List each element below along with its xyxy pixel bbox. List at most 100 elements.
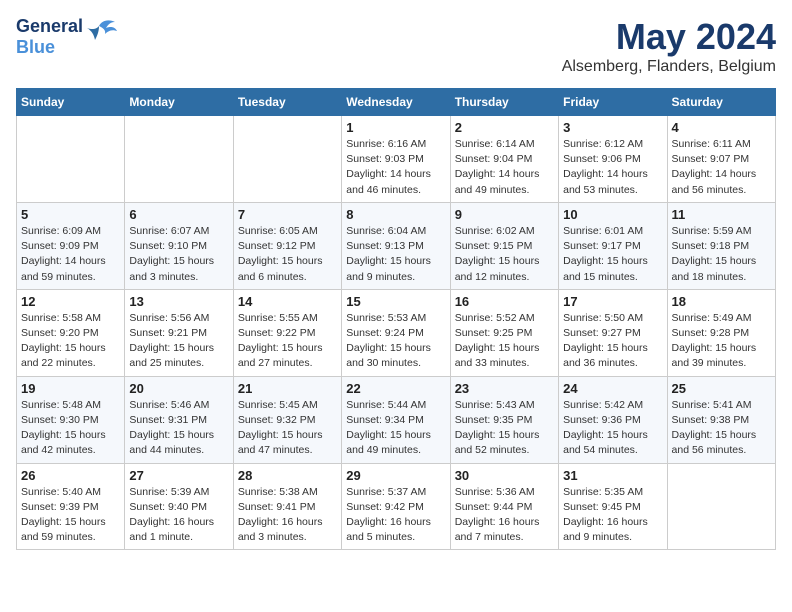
calendar-cell: 28 Sunrise: 5:38 AMSunset: 9:41 PMDayligh… — [233, 463, 341, 550]
day-number: 26 — [21, 468, 120, 483]
day-number: 17 — [563, 294, 662, 309]
logo-bird-icon — [87, 18, 117, 46]
day-info: Sunrise: 5:52 AMSunset: 9:25 PMDaylight:… — [455, 311, 554, 372]
day-info: Sunrise: 6:02 AMSunset: 9:15 PMDaylight:… — [455, 224, 554, 285]
day-info: Sunrise: 5:48 AMSunset: 9:30 PMDaylight:… — [21, 398, 120, 459]
calendar-cell: 12Sunrise: 5:58 AMSunset: 9:20 PMDayligh… — [17, 289, 125, 376]
weekday-header-saturday: Saturday — [667, 89, 775, 116]
day-info: Sunrise: 6:16 AMSunset: 9:03 PMDaylight:… — [346, 137, 445, 198]
weekday-header-row: SundayMondayTuesdayWednesdayThursdayFrid… — [17, 89, 776, 116]
day-info: Sunrise: 6:05 AMSunset: 9:12 PMDaylight:… — [238, 224, 337, 285]
calendar-cell: 22 Sunrise: 5:44 AMSunset: 9:34 PMDayligh… — [342, 376, 450, 463]
calendar-week-row: 1 Sunrise: 6:16 AMSunset: 9:03 PMDaylight… — [17, 116, 776, 203]
calendar-cell: 27 Sunrise: 5:39 AMSunset: 9:40 PMDayligh… — [125, 463, 233, 550]
day-number: 27 — [129, 468, 228, 483]
day-number: 28 — [238, 468, 337, 483]
calendar-cell: 2Sunrise: 6:14 AMSunset: 9:04 PMDaylight… — [450, 116, 558, 203]
day-number: 22 — [346, 381, 445, 396]
day-number: 16 — [455, 294, 554, 309]
day-number: 8 — [346, 207, 445, 222]
calendar-cell: 25Sunrise: 5:41 AMSunset: 9:38 PMDayligh… — [667, 376, 775, 463]
day-number: 30 — [455, 468, 554, 483]
calendar-cell: 18 Sunrise: 5:49 AMSunset: 9:28 PMDayligh… — [667, 289, 775, 376]
calendar-cell: 15 Sunrise: 5:53 AMSunset: 9:24 PMDayligh… — [342, 289, 450, 376]
day-number: 7 — [238, 207, 337, 222]
day-info: Sunrise: 5:56 AMSunset: 9:21 PMDaylight:… — [129, 311, 228, 372]
day-info: Sunrise: 5:39 AMSunset: 9:40 PMDaylight:… — [129, 485, 228, 546]
calendar-week-row: 19 Sunrise: 5:48 AMSunset: 9:30 PMDayligh… — [17, 376, 776, 463]
day-number: 25 — [672, 381, 771, 396]
day-info: Sunrise: 6:04 AMSunset: 9:13 PMDaylight:… — [346, 224, 445, 285]
day-number: 18 — [672, 294, 771, 309]
calendar-cell: 16 Sunrise: 5:52 AMSunset: 9:25 PMDayligh… — [450, 289, 558, 376]
logo-blue: Blue — [16, 37, 83, 58]
calendar-week-row: 26 Sunrise: 5:40 AMSunset: 9:39 PMDayligh… — [17, 463, 776, 550]
day-number: 29 — [346, 468, 445, 483]
calendar-week-row: 12Sunrise: 5:58 AMSunset: 9:20 PMDayligh… — [17, 289, 776, 376]
calendar-cell: 9Sunrise: 6:02 AMSunset: 9:15 PMDaylight… — [450, 202, 558, 289]
day-info: Sunrise: 5:44 AMSunset: 9:34 PMDaylight:… — [346, 398, 445, 459]
calendar-cell: 13 Sunrise: 5:56 AMSunset: 9:21 PMDayligh… — [125, 289, 233, 376]
day-info: Sunrise: 5:37 AMSunset: 9:42 PMDaylight:… — [346, 485, 445, 546]
day-info: Sunrise: 5:55 AMSunset: 9:22 PMDaylight:… — [238, 311, 337, 372]
day-number: 19 — [21, 381, 120, 396]
day-info: Sunrise: 6:01 AMSunset: 9:17 PMDaylight:… — [563, 224, 662, 285]
calendar-cell: 20 Sunrise: 5:46 AMSunset: 9:31 PMDayligh… — [125, 376, 233, 463]
calendar-week-row: 5Sunrise: 6:09 AMSunset: 9:09 PMDaylight… — [17, 202, 776, 289]
title-area: May 2024 Alsemberg, Flanders, Belgium — [562, 16, 776, 76]
day-number: 23 — [455, 381, 554, 396]
calendar-cell: 30 Sunrise: 5:36 AMSunset: 9:44 PMDayligh… — [450, 463, 558, 550]
day-number: 15 — [346, 294, 445, 309]
calendar-cell: 3Sunrise: 6:12 AMSunset: 9:06 PMDaylight… — [559, 116, 667, 203]
calendar-cell: 10 Sunrise: 6:01 AMSunset: 9:17 PMDayligh… — [559, 202, 667, 289]
day-number: 21 — [238, 381, 337, 396]
month-title: May 2024 — [562, 16, 776, 58]
day-info: Sunrise: 5:43 AMSunset: 9:35 PMDaylight:… — [455, 398, 554, 459]
page-header: General Blue May 2024 Alsemberg, Flander… — [16, 16, 776, 76]
calendar-cell — [667, 463, 775, 550]
day-number: 4 — [672, 120, 771, 135]
weekday-header-sunday: Sunday — [17, 89, 125, 116]
day-info: Sunrise: 5:49 AMSunset: 9:28 PMDaylight:… — [672, 311, 771, 372]
calendar-cell: 31 Sunrise: 5:35 AMSunset: 9:45 PMDayligh… — [559, 463, 667, 550]
weekday-header-friday: Friday — [559, 89, 667, 116]
weekday-header-monday: Monday — [125, 89, 233, 116]
day-info: Sunrise: 5:53 AMSunset: 9:24 PMDaylight:… — [346, 311, 445, 372]
logo: General Blue — [16, 16, 117, 57]
calendar-cell: 17Sunrise: 5:50 AMSunset: 9:27 PMDayligh… — [559, 289, 667, 376]
calendar-cell — [233, 116, 341, 203]
weekday-header-wednesday: Wednesday — [342, 89, 450, 116]
day-info: Sunrise: 5:38 AMSunset: 9:41 PMDaylight:… — [238, 485, 337, 546]
day-info: Sunrise: 5:42 AMSunset: 9:36 PMDaylight:… — [563, 398, 662, 459]
day-number: 13 — [129, 294, 228, 309]
day-info: Sunrise: 5:45 AMSunset: 9:32 PMDaylight:… — [238, 398, 337, 459]
day-info: Sunrise: 6:07 AMSunset: 9:10 PMDaylight:… — [129, 224, 228, 285]
calendar-cell: 11Sunrise: 5:59 AMSunset: 9:18 PMDayligh… — [667, 202, 775, 289]
day-number: 31 — [563, 468, 662, 483]
day-info: Sunrise: 5:40 AMSunset: 9:39 PMDaylight:… — [21, 485, 120, 546]
day-info: Sunrise: 5:36 AMSunset: 9:44 PMDaylight:… — [455, 485, 554, 546]
day-number: 14 — [238, 294, 337, 309]
calendar-cell: 29 Sunrise: 5:37 AMSunset: 9:42 PMDayligh… — [342, 463, 450, 550]
day-number: 3 — [563, 120, 662, 135]
day-number: 10 — [563, 207, 662, 222]
calendar-cell: 1 Sunrise: 6:16 AMSunset: 9:03 PMDaylight… — [342, 116, 450, 203]
day-info: Sunrise: 6:11 AMSunset: 9:07 PMDaylight:… — [672, 137, 771, 198]
day-info: Sunrise: 5:46 AMSunset: 9:31 PMDaylight:… — [129, 398, 228, 459]
calendar-cell: 14 Sunrise: 5:55 AMSunset: 9:22 PMDayligh… — [233, 289, 341, 376]
day-number: 24 — [563, 381, 662, 396]
calendar-cell: 6Sunrise: 6:07 AMSunset: 9:10 PMDaylight… — [125, 202, 233, 289]
day-info: Sunrise: 5:35 AMSunset: 9:45 PMDaylight:… — [563, 485, 662, 546]
calendar-cell — [125, 116, 233, 203]
day-number: 1 — [346, 120, 445, 135]
calendar-cell: 24 Sunrise: 5:42 AMSunset: 9:36 PMDayligh… — [559, 376, 667, 463]
day-number: 20 — [129, 381, 228, 396]
calendar-cell: 19 Sunrise: 5:48 AMSunset: 9:30 PMDayligh… — [17, 376, 125, 463]
calendar-cell: 7 Sunrise: 6:05 AMSunset: 9:12 PMDaylight… — [233, 202, 341, 289]
calendar-cell: 23 Sunrise: 5:43 AMSunset: 9:35 PMDayligh… — [450, 376, 558, 463]
day-info: Sunrise: 6:14 AMSunset: 9:04 PMDaylight:… — [455, 137, 554, 198]
calendar-table: SundayMondayTuesdayWednesdayThursdayFrid… — [16, 88, 776, 550]
day-info: Sunrise: 5:58 AMSunset: 9:20 PMDaylight:… — [21, 311, 120, 372]
calendar-cell: 26 Sunrise: 5:40 AMSunset: 9:39 PMDayligh… — [17, 463, 125, 550]
location-subtitle: Alsemberg, Flanders, Belgium — [562, 58, 776, 76]
